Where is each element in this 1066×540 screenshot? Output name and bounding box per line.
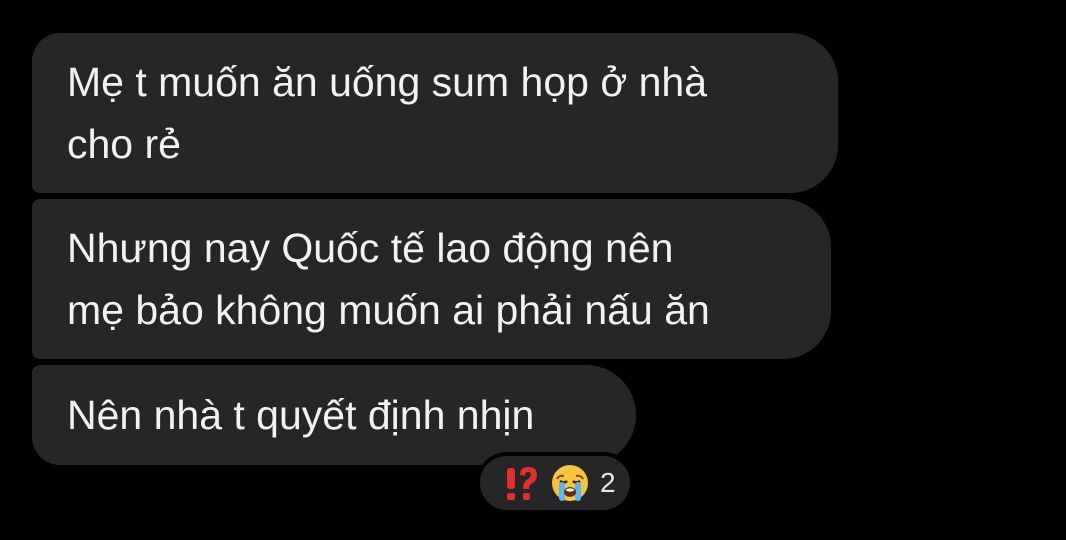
message-line: cho rẻ <box>67 121 181 167</box>
message-line: Mẹ t muốn ăn uống sum họp ở nhà <box>67 59 708 105</box>
exclamation-question-icon <box>502 463 542 503</box>
message-line: Nên nhà t quyết định nhịn <box>67 392 535 438</box>
message-line: mẹ bảo không muốn ai phải nấu ăn <box>67 287 710 333</box>
message-line: Nhưng nay Quốc tế lao động nên <box>67 225 674 271</box>
chat-thread: Mẹ t muốn ăn uống sum họp ở nhà cho rẻ N… <box>0 0 1066 540</box>
reaction-summary[interactable]: 2 <box>476 452 634 514</box>
reaction-count: 2 <box>600 467 616 498</box>
message-bubble[interactable]: Mẹ t muốn ăn uống sum họp ở nhà cho rẻ <box>32 33 838 193</box>
message-bubble[interactable]: Nên nhà t quyết định nhịn <box>32 365 636 465</box>
crying-face-icon <box>550 463 590 503</box>
message-bubble[interactable]: Nhưng nay Quốc tế lao động nên mẹ bảo kh… <box>32 199 831 359</box>
